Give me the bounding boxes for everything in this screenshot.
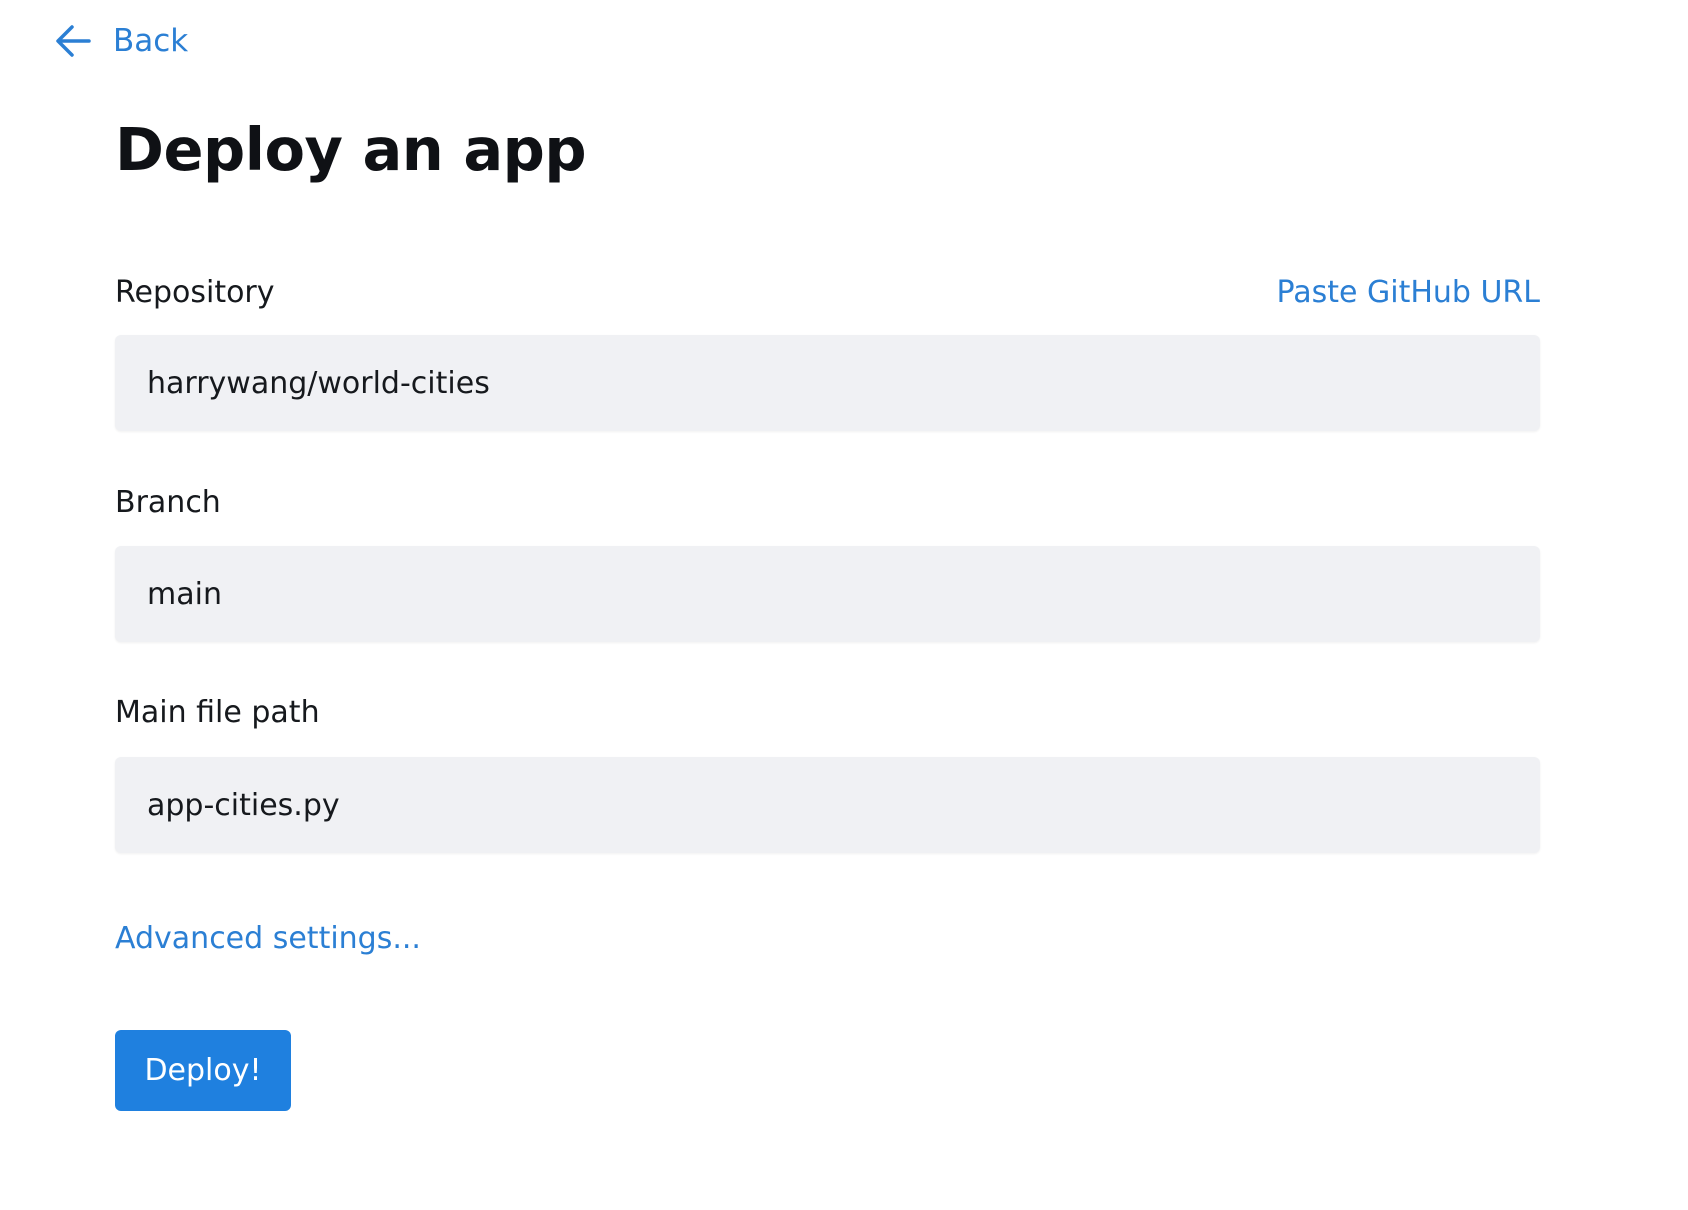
branch-label: Branch — [115, 485, 221, 520]
main-file-path-label: Main file path — [115, 695, 320, 730]
arrow-left-icon — [55, 24, 91, 58]
main-file-path-input[interactable] — [115, 757, 1540, 853]
deploy-button[interactable]: Deploy! — [115, 1030, 291, 1111]
back-link-label: Back — [113, 23, 189, 59]
branch-input[interactable] — [115, 546, 1540, 642]
repository-label: Repository — [115, 275, 275, 310]
page-title: Deploy an app — [115, 115, 587, 184]
paste-github-url-link[interactable]: Paste GitHub URL — [1276, 278, 1540, 308]
repository-input[interactable] — [115, 335, 1540, 431]
back-link[interactable]: Back — [55, 18, 188, 64]
advanced-settings-link[interactable]: Advanced settings... — [115, 924, 421, 954]
